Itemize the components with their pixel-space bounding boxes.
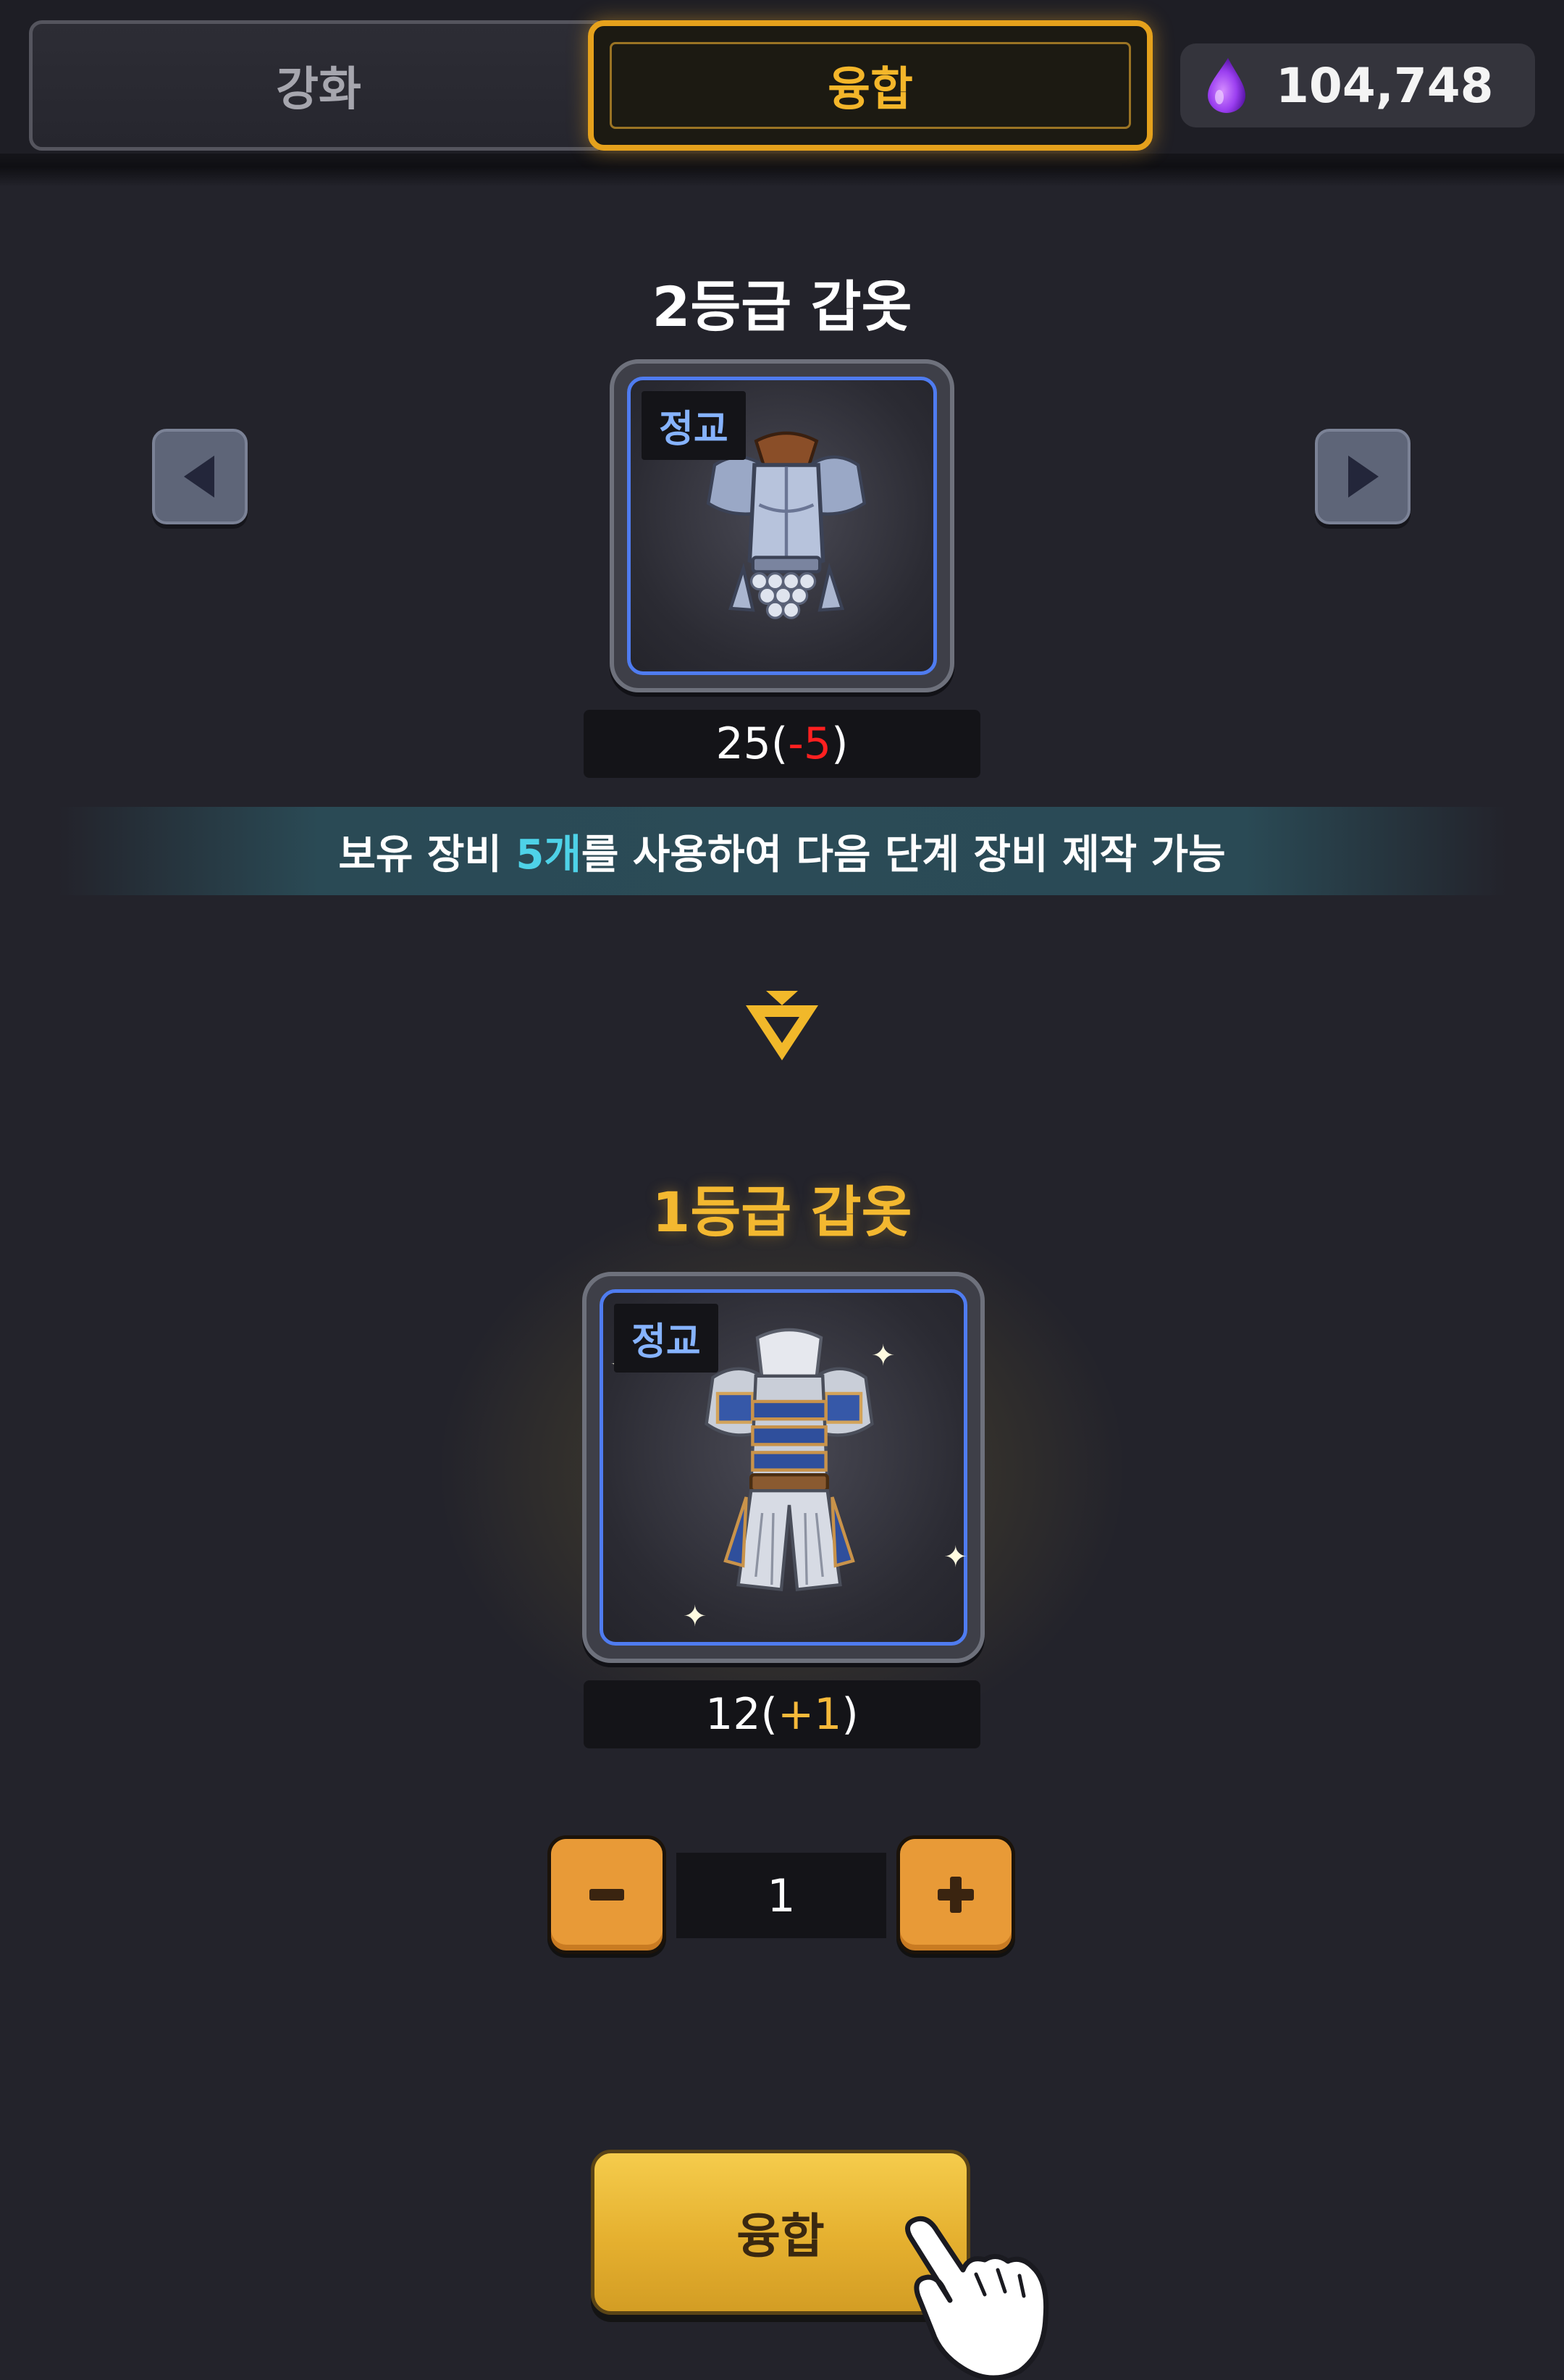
increase-quantity-button[interactable] xyxy=(896,1835,1015,1954)
target-count-delta: +1 xyxy=(777,1689,842,1740)
top-bar-divider xyxy=(0,154,1564,187)
target-count-base: 12( xyxy=(705,1689,778,1740)
sparkle-icon: ✦ xyxy=(683,1600,707,1633)
currency-display: 104,748 xyxy=(1180,43,1535,127)
currency-amount: 104,748 xyxy=(1276,57,1494,114)
sparkle-icon: ✦ xyxy=(943,1541,968,1574)
tab-fusion-label: 융합 xyxy=(828,63,913,117)
source-count-close: ) xyxy=(831,718,849,769)
tab-upgrade-label: 강화 xyxy=(276,63,361,117)
fuse-button-label: 융합 xyxy=(736,2208,825,2264)
arrow-left-icon xyxy=(184,456,214,498)
source-item-count: 25(-5) xyxy=(584,710,980,778)
info-prefix: 보유 장비 xyxy=(338,831,516,879)
fusion-info-banner: 보유 장비 5개 를 사용하여 다음 단계 장비 제작 가능 xyxy=(58,807,1506,895)
tab-upgrade[interactable]: 강화 xyxy=(29,20,608,151)
arrow-right-icon xyxy=(1348,456,1379,498)
target-item-count: 12(+1) xyxy=(584,1680,980,1748)
source-item-slot[interactable]: 정교 xyxy=(610,359,954,692)
source-item-title: 2등급 갑옷 xyxy=(652,275,912,339)
source-count-delta: -5 xyxy=(788,718,832,769)
next-item-button[interactable] xyxy=(1315,429,1410,524)
minus-icon xyxy=(589,1889,624,1901)
tab-fusion[interactable]: 융합 xyxy=(588,20,1153,151)
plus-icon xyxy=(938,1877,974,1913)
purple-drop-icon xyxy=(1208,58,1245,113)
prev-item-button[interactable] xyxy=(152,429,248,524)
chevron-down-icon xyxy=(746,991,818,1060)
pointing-hand-icon xyxy=(905,2216,1049,2380)
target-item-title: 1등급 갑옷 xyxy=(652,1180,912,1244)
decrease-quantity-button[interactable] xyxy=(547,1835,666,1954)
info-suffix: 를 사용하여 다음 단계 장비 제작 가능 xyxy=(581,831,1226,879)
sparkle-icon: ✦ xyxy=(871,1339,896,1373)
source-item-grade-badge: 정교 xyxy=(642,391,746,460)
target-item-grade-badge: 정교 xyxy=(614,1304,718,1373)
info-highlight: 5개 xyxy=(516,831,581,879)
quantity-value: 1 xyxy=(676,1853,886,1938)
target-item-slot[interactable]: ✦ ✦ ✦ ✦ 정교 xyxy=(582,1272,985,1663)
source-count-base: 25( xyxy=(715,718,789,769)
target-count-close: ) xyxy=(841,1689,859,1740)
